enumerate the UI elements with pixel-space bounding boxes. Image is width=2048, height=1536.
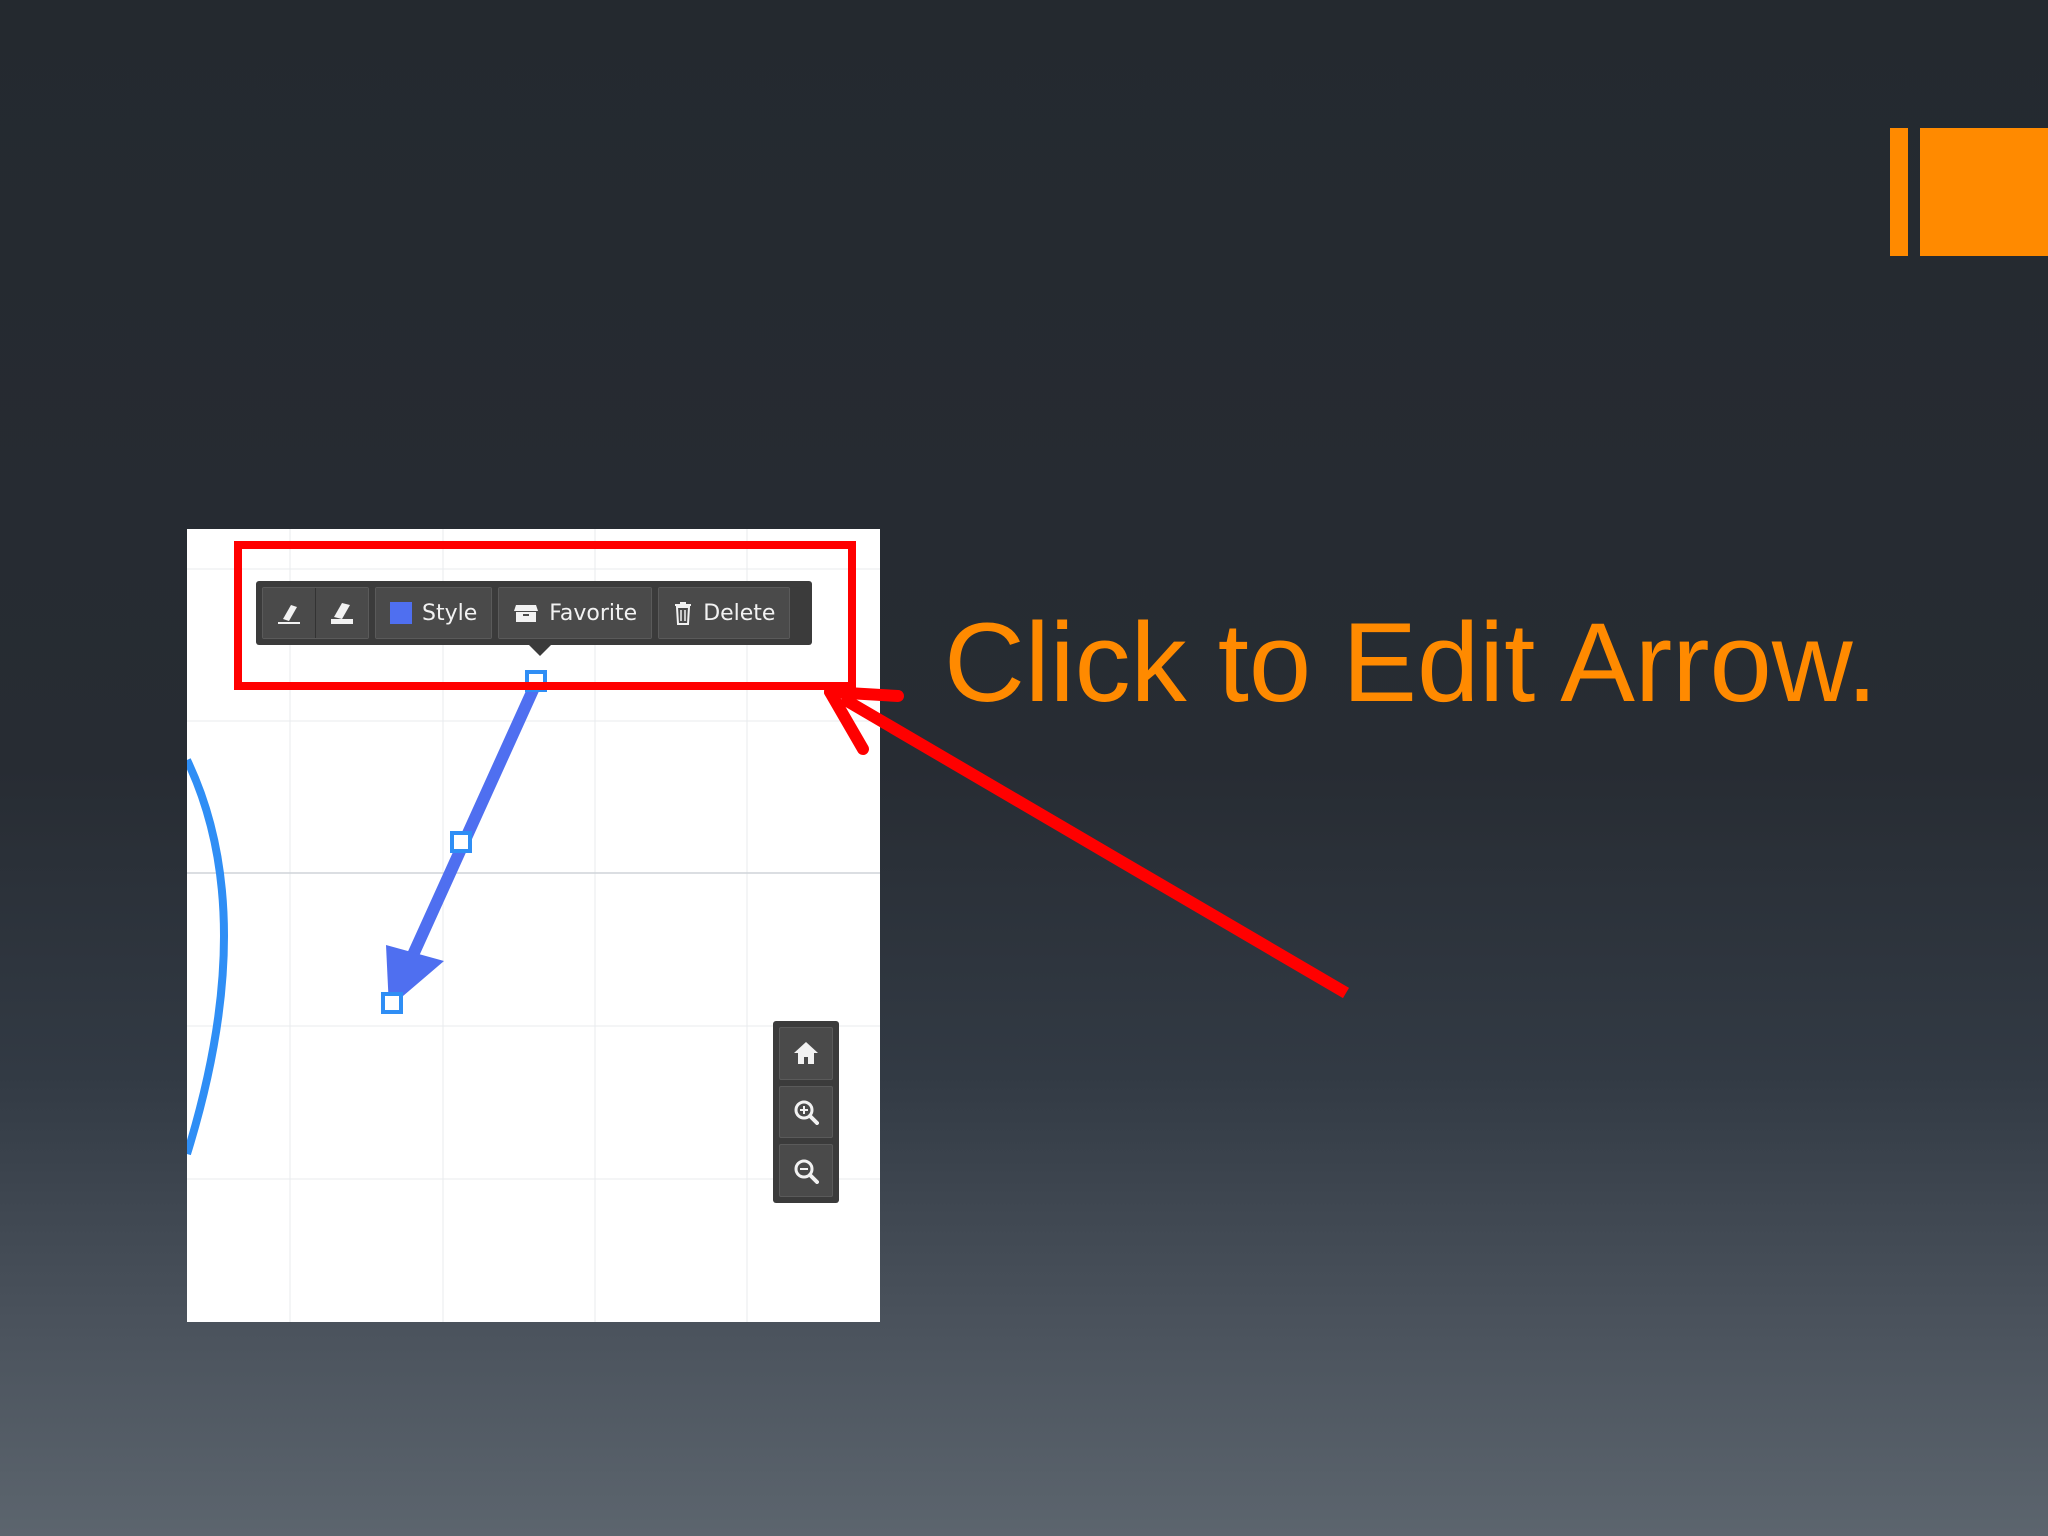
style-group: Style: [375, 587, 493, 639]
color-swatch: [390, 602, 412, 624]
delete-button-label: Delete: [703, 600, 776, 626]
favorite-button[interactable]: Favorite: [499, 588, 652, 638]
eraser-icon: [278, 605, 300, 624]
app-screenshot: Style Favorite Delete: [187, 529, 880, 1322]
circle-shape: [187, 758, 228, 1156]
arrow-mid-handle: [450, 831, 472, 853]
archive-icon: [514, 605, 539, 622]
style-button-label: Style: [422, 600, 478, 626]
zoom-controls: [773, 1021, 839, 1203]
arrow-toolbar: Style Favorite Delete: [256, 581, 812, 656]
favorite-group: Favorite: [498, 587, 653, 639]
delete-group: Delete: [658, 587, 791, 639]
slide-headline: Click to Edit Arrow.: [944, 600, 1878, 725]
arrow-end-handle: [381, 992, 403, 1014]
zoom-out-icon: [794, 1159, 819, 1184]
zoom-in-icon: [794, 1100, 819, 1125]
callout-arrow: [824, 686, 1350, 999]
favorite-button-label: Favorite: [549, 600, 638, 626]
eraser-button[interactable]: [263, 588, 316, 638]
eraser-fill-button[interactable]: [316, 588, 368, 638]
eraser-group: [262, 587, 369, 639]
home-icon: [794, 1042, 818, 1065]
style-button[interactable]: Style: [376, 588, 492, 638]
delete-button[interactable]: Delete: [659, 588, 790, 638]
decorative-bar: [1890, 128, 1908, 256]
eraser-fill-icon: [331, 603, 353, 624]
decorative-block: [1920, 128, 2048, 256]
home-button[interactable]: [779, 1027, 833, 1080]
zoom-in-button[interactable]: [779, 1085, 833, 1139]
arrow-start-handle: [525, 670, 547, 692]
trash-icon: [675, 602, 692, 625]
zoom-out-button[interactable]: [779, 1144, 833, 1198]
